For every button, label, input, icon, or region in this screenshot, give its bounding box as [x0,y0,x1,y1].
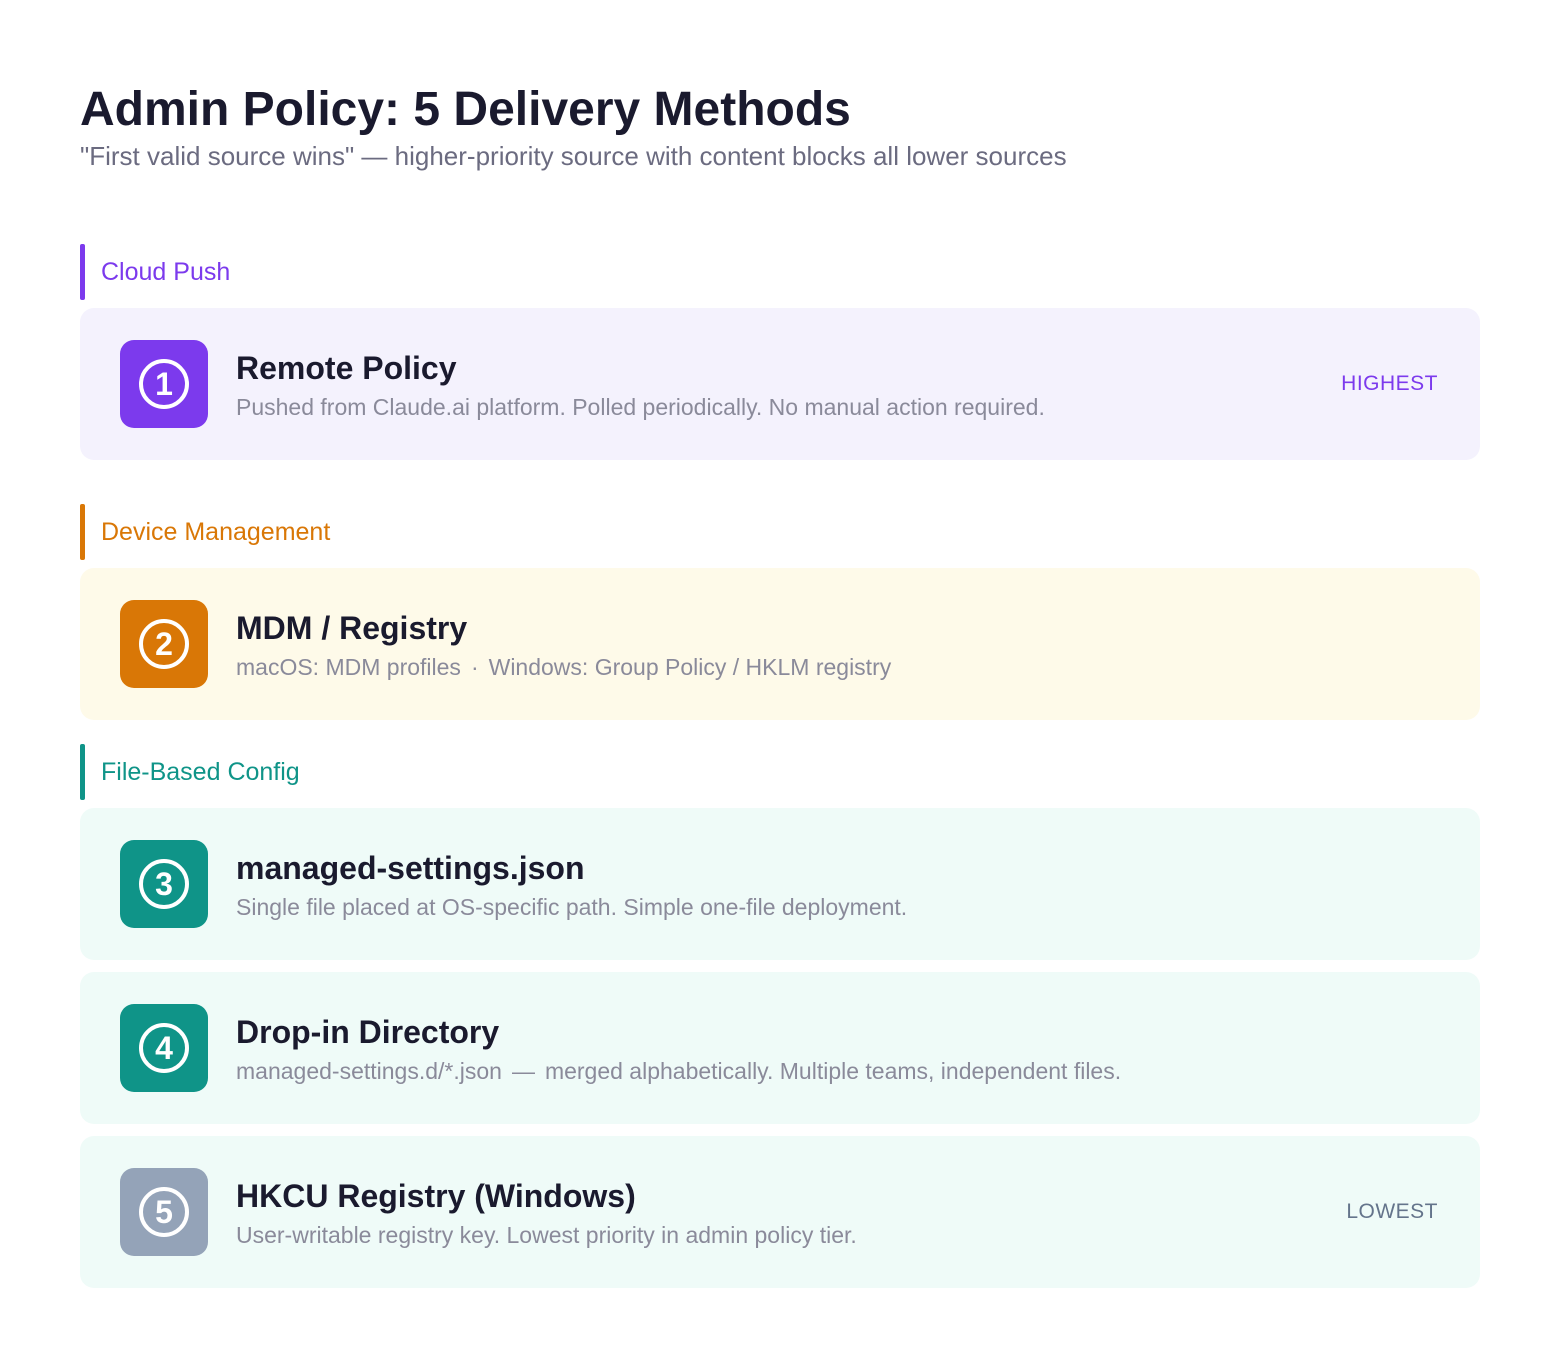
priority-tag-lowest: LOWEST [1346,1200,1438,1223]
card-title: Remote Policy [236,350,457,386]
section-label-file-based-config: File-Based Config [80,744,300,800]
description-part-windows: Windows: Group Policy / HKLM registry [488,654,892,680]
policy-card-drop-in-directory: 4 Drop-in Directory managed-settings.d/*… [80,972,1480,1124]
priority-number: 3 [155,866,173,902]
section-label-cloud-push: Cloud Push [80,244,230,300]
description-separator: · [470,654,479,680]
section-label-text: Cloud Push [101,258,231,286]
priority-number-icon: 4 [139,1023,189,1073]
policy-card-managed-settings-json: 3 managed-settings.json Single file plac… [80,808,1480,960]
section-label-text: File-Based Config [101,758,300,786]
policy-card-hkcu-registry: 5 HKCU Registry (Windows) User-writable … [80,1136,1480,1288]
card-description: User-writable registry key. Lowest prior… [236,1222,857,1248]
priority-number: 5 [155,1194,173,1230]
priority-number-icon: 3 [139,859,189,909]
priority-number-icon: 2 [139,619,189,669]
card-title: HKCU Registry (Windows) [236,1178,636,1214]
description-part-detail: merged alphabetically. Multiple teams, i… [544,1058,1122,1084]
page-title: Admin Policy: 5 Delivery Methods [80,83,851,136]
priority-badge: 1 [120,340,208,428]
section-label-device-management: Device Management [80,504,330,560]
priority-badge: 3 [120,840,208,928]
card-description: macOS: MDM profiles · Windows: Group Polic… [236,650,891,684]
priority-tag-highest: HIGHEST [1341,372,1438,395]
card-description: managed-settings.d/*.json — merged alphabe… [236,1054,1121,1088]
card-title: Drop-in Directory [236,1014,500,1050]
priority-number: 4 [155,1030,173,1066]
description-separator: — [511,1058,535,1084]
section-label-text: Device Management [101,518,331,546]
priority-badge: 2 [120,600,208,688]
policy-card-mdm-registry: 2 MDM / Registry macOS: MDM profiles · Win… [80,568,1480,720]
card-title: MDM / Registry [236,610,468,646]
card-description: Pushed from Claude.ai platform. Polled p… [236,394,1045,420]
priority-number-icon: 1 [139,359,189,409]
priority-number: 2 [155,626,173,662]
priority-badge: 5 [120,1168,208,1256]
page-subtitle: "First valid source wins" — higher-prior… [80,141,1067,171]
priority-number-icon: 5 [139,1187,189,1237]
priority-badge: 4 [120,1004,208,1092]
card-description: Single file placed at OS-specific path. … [236,894,908,920]
card-title: managed-settings.json [236,850,585,886]
policy-card-remote-policy: 1 Remote Policy Pushed from Claude.ai pl… [80,308,1480,460]
description-part-macos: macOS: MDM profiles [236,654,461,680]
priority-number: 1 [155,366,173,402]
description-part-path: managed-settings.d/*.json [236,1058,502,1084]
